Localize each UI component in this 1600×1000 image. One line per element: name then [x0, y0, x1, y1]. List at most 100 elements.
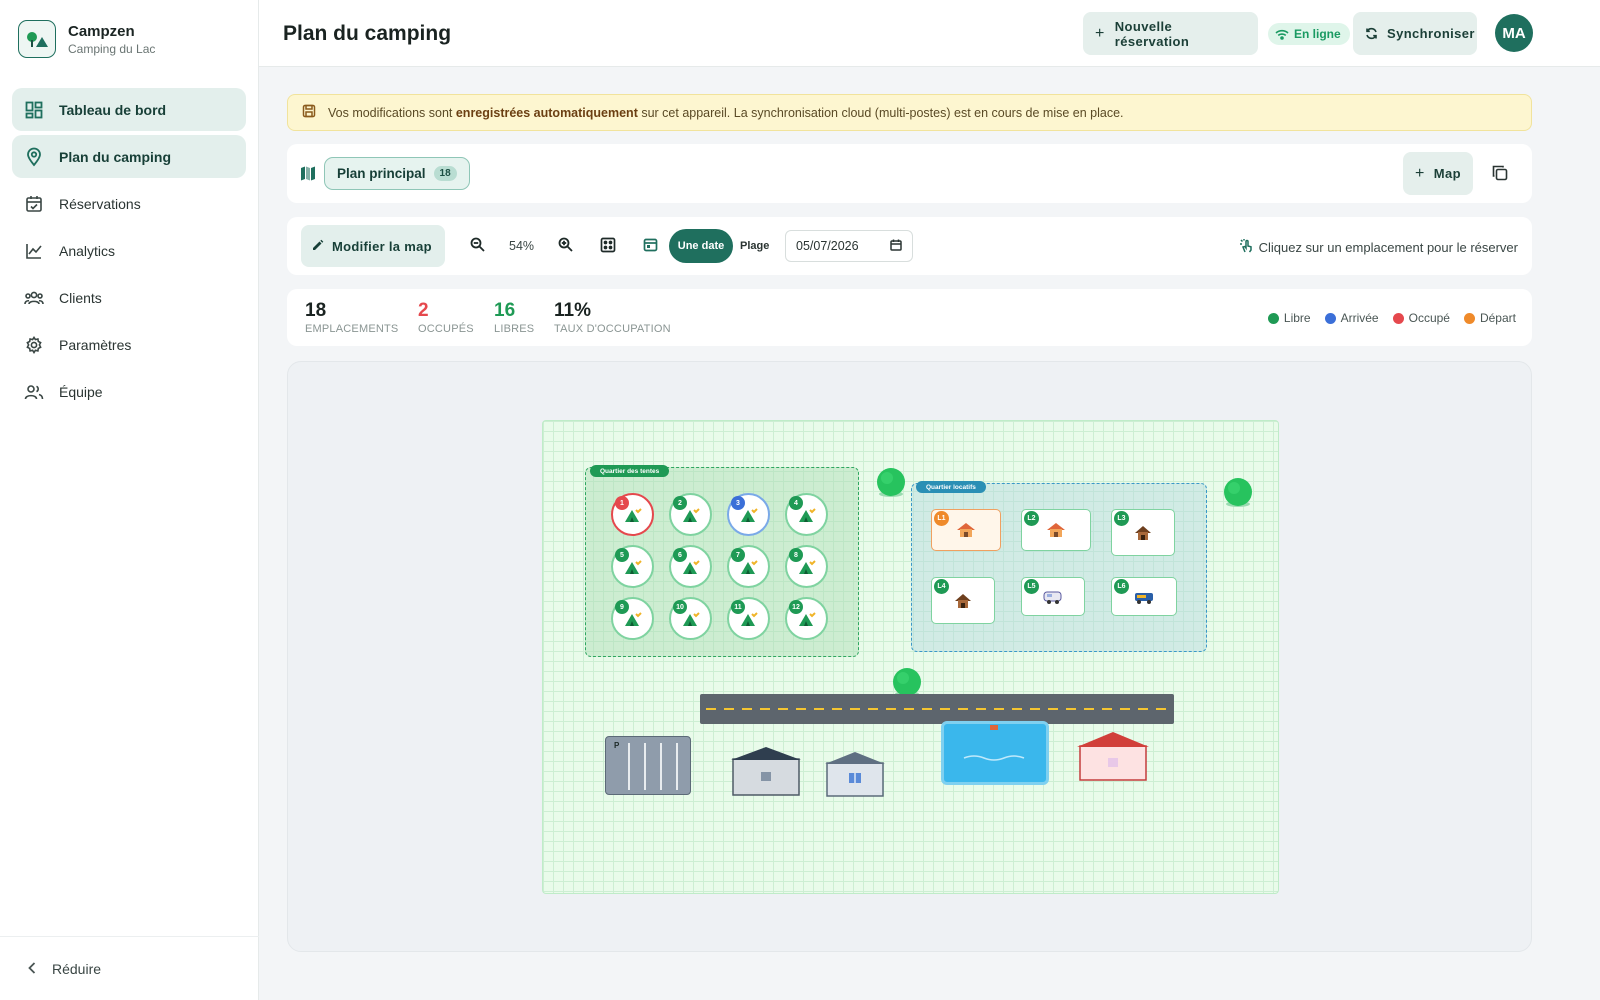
- sidebar-item-settings[interactable]: Paramètres: [12, 323, 246, 366]
- date-value: 05/07/2026: [796, 239, 859, 253]
- chart-icon: [24, 241, 44, 261]
- rental-L3[interactable]: L3: [1111, 509, 1175, 556]
- pitch-3[interactable]: 3: [727, 493, 770, 536]
- mode-single-date-button[interactable]: Une date: [669, 229, 733, 263]
- team-icon: [24, 382, 44, 402]
- legend-dot: [1392, 312, 1404, 324]
- swimming-pool[interactable]: [941, 721, 1049, 785]
- reception-building[interactable]: [730, 745, 802, 797]
- rental-L2[interactable]: L2: [1021, 509, 1091, 551]
- map-viewport[interactable]: Quartier des tentes 1 2 3 4 5 6 7 8 9 10 11 12 Quar…: [287, 361, 1532, 952]
- zone-rentals[interactable]: Quartier locatifs L1 L2 L3 L4 L5 L6: [911, 481, 1207, 652]
- rental-L5[interactable]: L5: [1021, 577, 1085, 616]
- parking-line: [644, 743, 646, 790]
- parking-area[interactable]: P: [605, 736, 691, 795]
- pitch-number-badge: 10: [673, 600, 687, 614]
- pitch-6[interactable]: 6: [669, 545, 712, 588]
- online-status-label: En ligne: [1294, 27, 1341, 41]
- zone-label: Quartier des tentes: [590, 465, 670, 477]
- sidebar-item-analytics[interactable]: Analytics: [12, 229, 246, 272]
- sidebar-item-clients[interactable]: Clients: [12, 276, 246, 319]
- avatar[interactable]: MA: [1495, 14, 1533, 52]
- pitch-8[interactable]: 8: [785, 545, 828, 588]
- rental-number-badge: L6: [1114, 579, 1129, 594]
- maps-bar: Plan principal 18 + Map: [287, 144, 1532, 203]
- brand[interactable]: Campzen Camping du Lac: [18, 20, 155, 58]
- pitch-7[interactable]: 7: [727, 545, 770, 588]
- mode-range-button[interactable]: Plage: [740, 240, 769, 252]
- sidebar: Campzen Camping du Lac Tableau de bord P…: [0, 0, 259, 1000]
- map-toolbar: Modifier la map 54% Une date Plage 05/07…: [287, 217, 1532, 275]
- sync-label: Synchroniser: [1387, 26, 1475, 41]
- date-field[interactable]: 05/07/2026: [785, 230, 913, 262]
- legend-departure: Départ: [1463, 311, 1516, 325]
- pitch-10[interactable]: 10: [669, 597, 712, 640]
- pitch-number-badge: 4: [789, 496, 803, 510]
- stat-label: TAUX D'OCCUPATION: [554, 323, 671, 335]
- booking-hint-text: Cliquez sur un emplacement pour le réser…: [1258, 239, 1518, 255]
- campsite-map[interactable]: Quartier des tentes 1 2 3 4 5 6 7 8 9 10 11 12 Quar…: [542, 420, 1279, 894]
- pitch-9[interactable]: 9: [611, 597, 654, 640]
- sidebar-item-dashboard[interactable]: Tableau de bord: [12, 88, 246, 131]
- legend-dot: [1324, 312, 1336, 324]
- pitch-2[interactable]: 2: [669, 493, 712, 536]
- sidebar-item-label: Clients: [59, 289, 102, 306]
- sidebar-item-plan[interactable]: Plan du camping: [12, 135, 246, 178]
- pitch-11[interactable]: 11: [727, 597, 770, 640]
- gear-icon: [24, 335, 44, 355]
- pool-waves-icon: [963, 725, 1025, 761]
- chalet-icon: [956, 522, 976, 538]
- map-tab-main[interactable]: Plan principal 18: [324, 157, 470, 190]
- sidebar-item-label: Paramètres: [59, 336, 132, 353]
- logo-icon: [18, 20, 56, 58]
- legend-label: Occupé: [1408, 311, 1450, 325]
- sidebar-item-team[interactable]: Équipe: [12, 370, 246, 413]
- pitch-1[interactable]: 1: [611, 493, 654, 536]
- rental-L1[interactable]: L1: [931, 509, 1001, 551]
- duplicate-map-icon[interactable]: [1491, 164, 1509, 187]
- hut-icon: [1134, 525, 1152, 541]
- stat-value: 16: [494, 300, 516, 321]
- add-map-button[interactable]: + Map: [1403, 152, 1473, 195]
- calendar-picker-icon[interactable]: [890, 239, 902, 254]
- collapse-sidebar-button[interactable]: Réduire: [0, 936, 259, 1000]
- fit-screen-icon[interactable]: [600, 237, 616, 258]
- rental-number-badge: L2: [1024, 511, 1039, 526]
- pencil-icon: [312, 239, 324, 254]
- stats-bar: 18 EMPLACEMENTS 2 OCCUPÉS 16 LIBRES 11% …: [287, 289, 1532, 346]
- sidebar-item-reservations[interactable]: Réservations: [12, 182, 246, 225]
- calendar-icon[interactable]: [643, 237, 658, 257]
- edit-map-button[interactable]: Modifier la map: [301, 225, 445, 267]
- pitch-5[interactable]: 5: [611, 545, 654, 588]
- pitch-number-badge: 2: [673, 496, 687, 510]
- new-reservation-button[interactable]: + Nouvelle réservation: [1083, 12, 1258, 55]
- stat-occupancy-rate: 11% TAUX D'OCCUPATION: [554, 300, 671, 335]
- legend-label: Libre: [1283, 311, 1311, 325]
- rental-L4[interactable]: L4: [931, 577, 995, 624]
- sidebar-item-label: Tableau de bord: [59, 101, 167, 118]
- zoom-out-icon[interactable]: [470, 237, 485, 257]
- pitch-4[interactable]: 4: [785, 493, 828, 536]
- brand-subtitle: Camping du Lac: [68, 41, 156, 56]
- restaurant-building[interactable]: [1076, 731, 1150, 783]
- stat-label: EMPLACEMENTS: [305, 323, 399, 335]
- banner-text-prefix: Vos modifications sont: [328, 105, 453, 120]
- rental-L6[interactable]: L6: [1111, 577, 1177, 616]
- zone-tents[interactable]: Quartier des tentes 1 2 3 4 5 6 7 8 9 10 11 12: [585, 465, 859, 657]
- zone-label: Quartier locatifs: [916, 481, 986, 493]
- sanitary-building[interactable]: [824, 751, 886, 799]
- rental-number-badge: L3: [1114, 511, 1129, 526]
- rental-number-badge: L5: [1024, 579, 1039, 594]
- stat-label: OCCUPÉS: [418, 323, 474, 335]
- wifi-icon: [1275, 29, 1289, 40]
- zoom-in-icon[interactable]: [558, 237, 573, 257]
- pitch-12[interactable]: 12: [785, 597, 828, 640]
- sync-button[interactable]: Synchroniser: [1353, 12, 1477, 55]
- pitch-number-badge: 12: [789, 600, 803, 614]
- people-icon: [24, 288, 44, 308]
- road: [700, 694, 1174, 724]
- chevron-left-icon: [28, 961, 36, 977]
- tap-icon: [1239, 238, 1253, 256]
- tree-icon: [877, 468, 905, 497]
- stat-value: 2: [418, 300, 429, 321]
